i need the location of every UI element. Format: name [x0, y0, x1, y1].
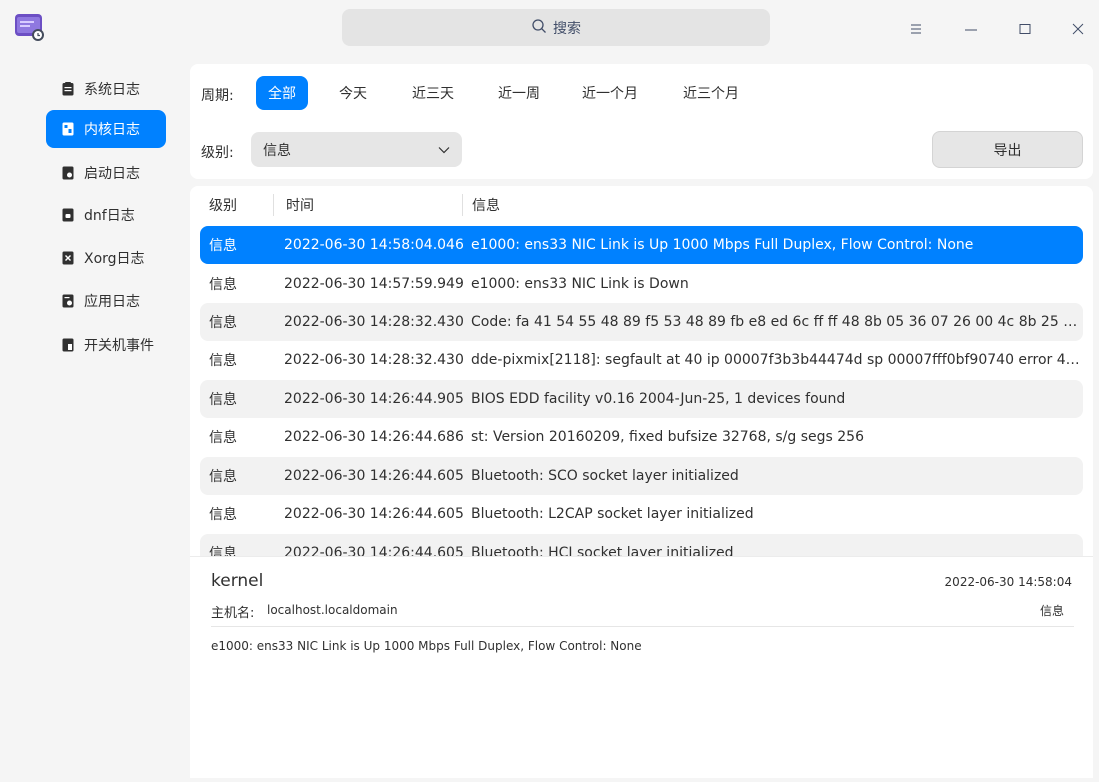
- row-level: 信息: [209, 546, 237, 556]
- row-level: 信息: [209, 507, 237, 523]
- export-button[interactable]: 导出: [932, 131, 1083, 168]
- sidebar-item-system-log[interactable]: 系统日志: [46, 70, 166, 108]
- row-message: e1000: ens33 NIC Link is Down: [471, 276, 689, 292]
- row-time: 2022-06-30 14:28:32.430: [284, 314, 464, 330]
- search-input[interactable]: 搜索: [342, 9, 770, 46]
- row-message: Bluetooth: HCI socket layer initialized: [471, 545, 734, 556]
- sidebar-item-dnf-log[interactable]: dnf日志: [46, 196, 166, 234]
- level-select-value: 信息: [263, 142, 291, 159]
- detail-host: localhost.localdomain: [267, 603, 398, 617]
- level-label: 级别:: [201, 145, 234, 161]
- menu-button[interactable]: [900, 13, 932, 45]
- column-header-level[interactable]: 级别: [209, 186, 237, 224]
- dnf-log-icon: [62, 208, 74, 222]
- row-message: Bluetooth: SCO socket layer initialized: [471, 468, 739, 484]
- column-header-message[interactable]: 信息: [472, 186, 500, 224]
- search-placeholder: 搜索: [553, 20, 581, 37]
- sidebar-item-power-events[interactable]: 开关机事件: [46, 326, 166, 364]
- period-3days-button[interactable]: 近三天: [400, 76, 466, 110]
- table-row[interactable]: 信息 2022-06-30 14:26:44.605 Bluetooth: HC…: [200, 534, 1083, 556]
- search-icon: [531, 18, 547, 38]
- detail-title: kernel: [211, 571, 264, 591]
- power-events-icon: [62, 338, 74, 352]
- sidebar-item-label: 开关机事件: [84, 338, 154, 354]
- system-log-icon: [62, 82, 74, 96]
- sidebar-item-label: 系统日志: [84, 82, 140, 98]
- row-level: 信息: [209, 315, 237, 331]
- kernel-log-icon: [62, 122, 74, 136]
- close-icon: [1072, 23, 1084, 35]
- row-level: 信息: [209, 277, 237, 293]
- sidebar-item-label: 内核日志: [84, 122, 140, 138]
- row-level: 信息: [209, 469, 237, 485]
- table-row[interactable]: 信息 2022-06-30 14:26:44.605 Bluetooth: L2…: [200, 495, 1083, 533]
- sidebar-item-kernel-log[interactable]: 内核日志: [46, 110, 166, 148]
- row-time: 2022-06-30 14:26:44.905: [284, 391, 464, 407]
- sidebar-item-xorg-log[interactable]: Xorg日志: [46, 239, 166, 277]
- row-message: Code: fa 41 54 55 48 89 f5 53 48 89 fb e…: [471, 314, 1081, 330]
- chevron-down-icon: [438, 142, 450, 158]
- row-time: 2022-06-30 14:26:44.605: [284, 506, 464, 522]
- sidebar-item-label: Xorg日志: [84, 251, 145, 267]
- table-header: 级别 时间 信息: [190, 186, 1093, 224]
- period-label: 周期:: [201, 88, 234, 104]
- row-level: 信息: [209, 430, 237, 446]
- row-time: 2022-06-30 14:58:04.046: [284, 237, 464, 253]
- table-row[interactable]: 信息 2022-06-30 14:28:32.430 dde-pixmix[21…: [200, 341, 1083, 379]
- xorg-log-icon: [62, 251, 74, 265]
- column-divider: [462, 194, 463, 216]
- row-time: 2022-06-30 14:28:32.430: [284, 352, 464, 368]
- sidebar-item-app-log[interactable]: 应用日志: [46, 282, 166, 320]
- row-level: 信息: [209, 238, 237, 254]
- row-time: 2022-06-30 14:26:44.605: [284, 545, 464, 556]
- table-row[interactable]: 信息 2022-06-30 14:28:32.430 Code: fa 41 5…: [200, 303, 1083, 341]
- boot-log-icon: [62, 166, 74, 180]
- detail-divider: [211, 626, 1074, 627]
- row-level: 信息: [209, 392, 237, 408]
- maximize-button[interactable]: [1009, 13, 1041, 45]
- period-week-button[interactable]: 近一周: [486, 76, 552, 110]
- column-header-time[interactable]: 时间: [286, 186, 314, 224]
- period-today-button[interactable]: 今天: [327, 76, 379, 110]
- sidebar-item-label: 启动日志: [84, 166, 140, 182]
- period-all-button[interactable]: 全部: [256, 76, 308, 110]
- row-message: Bluetooth: L2CAP socket layer initialize…: [471, 506, 754, 522]
- menu-icon: [911, 24, 921, 34]
- filter-panel: 周期: 全部 今天 近三天 近一周 近一个月 近三个月 级别: 信息 导出: [190, 64, 1093, 179]
- sidebar: 系统日志 内核日志 启动日志 dnf日志 Xorg日志 应用日志 开关机事件: [0, 56, 178, 782]
- column-divider: [273, 194, 274, 216]
- row-time: 2022-06-30 14:26:44.605: [284, 468, 464, 484]
- minimize-icon: [965, 29, 977, 31]
- period-3months-button[interactable]: 近三个月: [671, 76, 751, 110]
- log-table: 级别 时间 信息 信息 2022-06-30 14:58:04.046 e100…: [190, 186, 1093, 556]
- row-message: dde-pixmix[2118]: segfault at 40 ip 0000…: [471, 352, 1081, 368]
- row-message: BIOS EDD facility v0.16 2004-Jun-25, 1 d…: [471, 391, 846, 407]
- table-row[interactable]: 信息 2022-06-30 14:26:44.686 st: Version 2…: [200, 418, 1083, 456]
- maximize-icon: [1019, 24, 1031, 34]
- row-message: st: Version 20160209, fixed bufsize 3276…: [471, 429, 864, 445]
- table-row[interactable]: 信息 2022-06-30 14:57:59.949 e1000: ens33 …: [200, 265, 1083, 303]
- sidebar-item-boot-log[interactable]: 启动日志: [46, 154, 166, 192]
- detail-message: e1000: ens33 NIC Link is Up 1000 Mbps Fu…: [211, 639, 642, 653]
- row-message: e1000: ens33 NIC Link is Up 1000 Mbps Fu…: [471, 237, 974, 253]
- row-time: 2022-06-30 14:26:44.686: [284, 429, 464, 445]
- sidebar-item-label: 应用日志: [84, 294, 140, 310]
- table-row[interactable]: 信息 2022-06-30 14:26:44.905 BIOS EDD faci…: [200, 380, 1083, 418]
- minimize-button[interactable]: [955, 13, 987, 45]
- sidebar-item-label: dnf日志: [84, 208, 135, 224]
- row-time: 2022-06-30 14:57:59.949: [284, 276, 464, 292]
- title-bar: 搜索: [0, 0, 1099, 56]
- detail-host-label: 主机名:: [211, 606, 255, 621]
- log-viewer-app-icon: [14, 12, 46, 42]
- detail-time: 2022-06-30 14:58:04: [944, 575, 1072, 589]
- level-select[interactable]: 信息: [251, 132, 462, 167]
- app-log-icon: [62, 294, 74, 308]
- table-row[interactable]: 信息 2022-06-30 14:26:44.605 Bluetooth: SC…: [200, 457, 1083, 495]
- detail-level: 信息: [1039, 604, 1064, 618]
- close-button[interactable]: [1062, 13, 1094, 45]
- row-level: 信息: [209, 353, 237, 369]
- table-row[interactable]: 信息 2022-06-30 14:58:04.046 e1000: ens33 …: [200, 226, 1083, 264]
- period-month-button[interactable]: 近一个月: [570, 76, 650, 110]
- detail-panel: kernel 2022-06-30 14:58:04 主机名: localhos…: [190, 556, 1093, 778]
